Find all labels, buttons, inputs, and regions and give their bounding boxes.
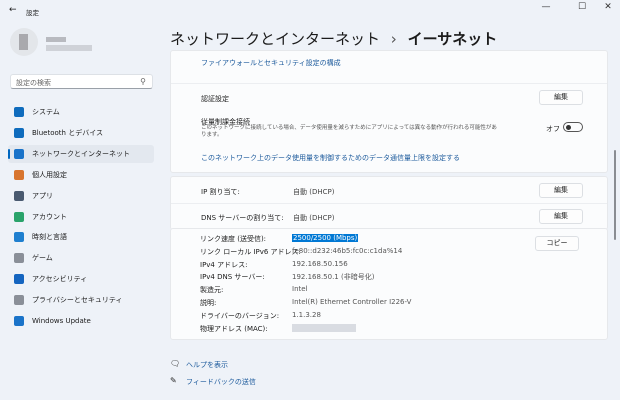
feedback-icon: ✎ [170,376,177,385]
breadcrumb-parent[interactable]: ネットワークとインターネット [170,30,380,48]
selection-indicator [8,148,10,159]
detail-value: Intel [292,285,308,294]
detail-value [292,323,356,332]
sidebar-item[interactable]: 個人用設定 [8,166,154,184]
title-bar: ← 設定 — ☐ ✕ [0,0,620,24]
sidebar-item[interactable]: プライバシーとセキュリティ [8,291,154,309]
metered-state: オフ [546,125,560,133]
sidebar-item-icon [14,107,24,117]
sidebar-item-label: Windows Update [32,317,91,325]
help-icon: 🗨 [170,359,181,368]
auth-settings-label: 認証設定 [201,95,229,103]
sidebar-item-label: 個人用設定 [32,170,67,179]
data-limit-link[interactable]: このネットワーク上のデータ使用量を制御するためのデータ通信量上限を設定する [201,153,460,163]
detail-value: 192.168.50.156 [292,259,348,268]
sidebar-item-icon [14,316,24,326]
detail-label: 製造元: [200,286,224,295]
scrollbar[interactable] [614,150,616,240]
sidebar-item-label: アカウント [32,212,67,221]
sidebar-item-icon [14,295,24,306]
metered-description: このネットワークに接続している場合、データ使用量を減らすためにアプリによっては異… [201,125,497,138]
sidebar-item[interactable]: Bluetooth とデバイス [8,124,154,142]
ip-assignment-label: IP 割り当て: [201,188,240,196]
sidebar-item[interactable]: 時刻と言語 [8,228,154,246]
sidebar-item-label: ゲーム [32,254,53,263]
search-placeholder: 設定の検索 [16,79,51,87]
detail-value: Intel(R) Ethernet Controller I226-V [292,298,412,306]
user-email-blurred [46,45,92,51]
metered-toggle[interactable] [563,122,583,132]
detail-label: リンク ローカル IPv6 アドレス: [200,247,301,256]
sidebar-item-icon [14,169,24,180]
search-input[interactable]: 設定の検索 ⚲ [10,74,153,89]
sidebar-item[interactable]: Windows Update [8,312,154,330]
user-name-blurred [46,37,66,42]
search-icon: ⚲ [140,77,146,86]
ip-edit-button[interactable]: 編集 [539,183,583,198]
sidebar-item-icon [14,148,24,159]
sidebar-item-icon [14,127,24,138]
sidebar-item[interactable]: アプリ [8,187,154,205]
sidebar-item-icon [14,190,24,201]
sidebar-item-label: Bluetooth とデバイス [32,128,103,137]
sidebar-item-label: アクセシビリティ [32,275,88,284]
detail-label: 説明: [200,299,217,307]
sidebar-item-icon [14,253,24,264]
sidebar-item[interactable]: システム [8,103,154,121]
detail-label: ドライバーのバージョン: [200,311,280,320]
settings-card-top: ファイアウォールとセキュリティ設定の構成 認証設定 編集 従量制課金接続 このネ… [170,50,608,173]
detail-value: 2500/2500 (Mbps) [292,234,359,242]
minimize-button[interactable]: — [532,2,560,18]
sidebar-item-icon [14,274,24,285]
help-link[interactable]: ヘルプを表示 [186,360,228,370]
sidebar-item-label: システム [32,108,60,116]
dns-assignment-label: DNS サーバーの割り当て: [201,214,284,222]
sidebar-item[interactable]: アカウント [8,208,154,226]
detail-label: リンク速度 (送受信): [200,235,267,243]
close-button[interactable]: ✕ [594,2,620,18]
sidebar-item-icon [14,232,24,243]
detail-label: IPv4 DNS サーバー: [200,273,265,282]
back-button[interactable]: ← [9,5,17,15]
copy-button[interactable]: コピー [535,236,579,251]
sidebar-item-label: 時刻と言語 [32,233,67,242]
page-title: イーサネット [407,30,498,48]
sidebar-item-label: ネットワークとインターネット [32,149,130,158]
sidebar-item[interactable]: ネットワークとインターネット [8,144,154,163]
sidebar-item[interactable]: アクセシビリティ [8,270,154,288]
sidebar-item-label: アプリ [32,191,53,200]
sidebar-item-icon [14,211,24,222]
breadcrumb-separator: › [390,30,397,48]
detail-label: IPv4 アドレス: [200,260,248,269]
detail-value: fe80::d232:46b5:fc0c:c1da%14 [292,246,403,255]
avatar [10,28,38,56]
firewall-link[interactable]: ファイアウォールとセキュリティ設定の構成 [201,58,341,68]
detail-value: 1.1.3.28 [292,310,321,319]
feedback-link[interactable]: フィードバックの送信 [186,377,256,387]
sidebar-item-label: プライバシーとセキュリティ [32,296,123,305]
detail-label: 物理アドレス (MAC): [200,324,268,333]
sidebar-item[interactable]: ゲーム [8,249,154,267]
maximize-button[interactable]: ☐ [568,2,596,18]
breadcrumb: ネットワークとインターネット › イーサネット [170,28,497,49]
ip-assignment-value: 自動 (DHCP) [293,188,335,196]
dns-assignment-value: 自動 (DHCP) [293,214,335,222]
dns-edit-button[interactable]: 編集 [539,209,583,224]
auth-edit-button[interactable]: 編集 [539,90,583,105]
ip-card: IP 割り当て: 自動 (DHCP) 編集 DNS サーバーの割り当て: 自動 … [170,176,608,230]
detail-value: 192.168.50.1 (非暗号化) [292,273,375,282]
window-title: 設定 [26,9,39,17]
